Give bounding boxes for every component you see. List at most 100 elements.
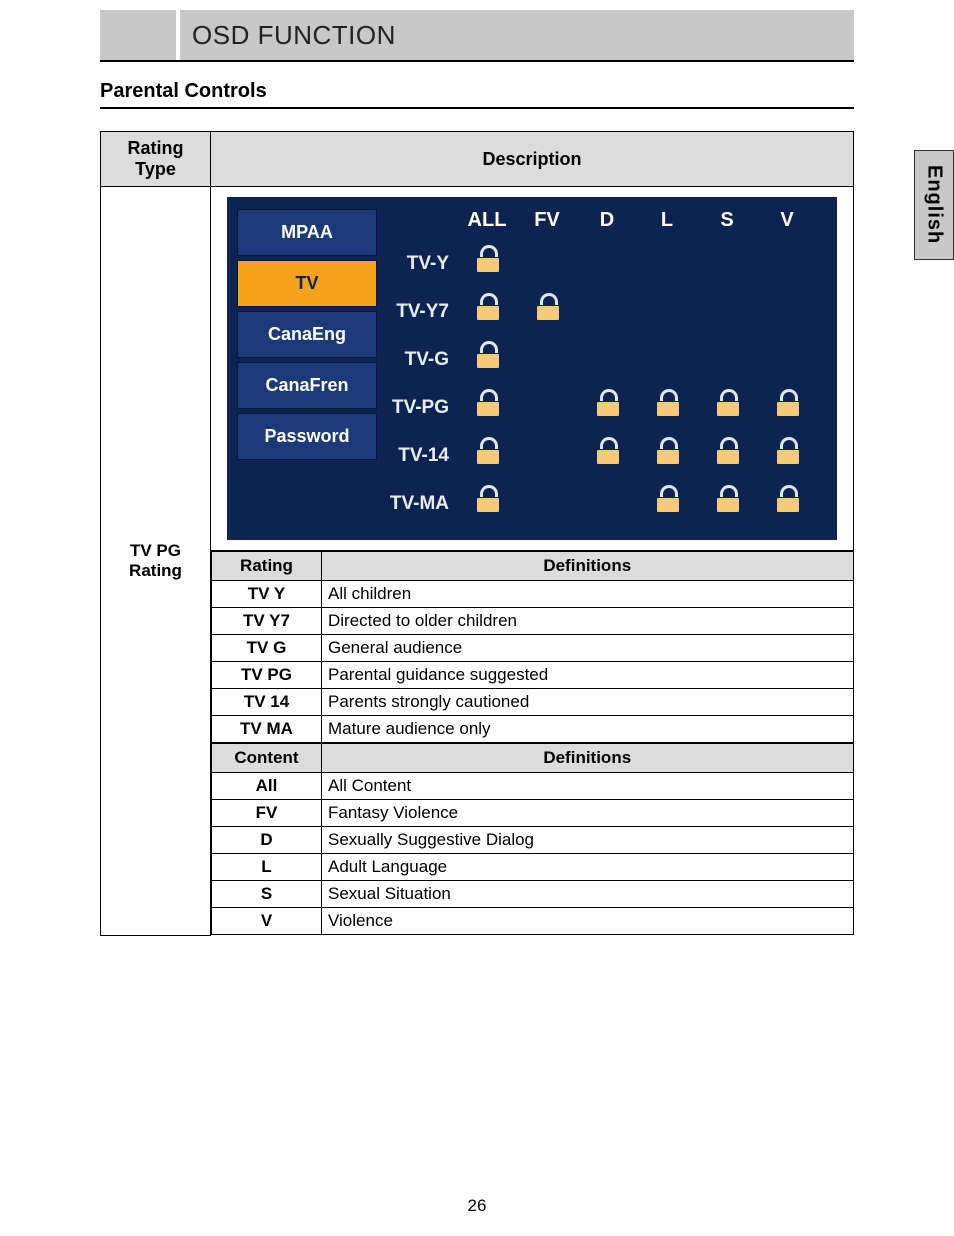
lock-icon — [474, 395, 500, 417]
content-code: FV — [212, 800, 322, 827]
subsection-bar: Parental Controls — [100, 80, 854, 109]
content-code: D — [212, 827, 322, 854]
lock-icon — [534, 299, 560, 321]
rating-code: TV G — [212, 635, 322, 662]
osd-menu: MPAATVCanaEngCanaFrenPassword — [237, 209, 377, 528]
osd-menu-item-canaeng[interactable]: CanaEng — [237, 311, 377, 358]
language-tab: English — [914, 150, 954, 260]
table-row: DSexually Suggestive Dialog — [212, 827, 854, 854]
osd-screenshot-cell: MPAATVCanaEngCanaFrenPassword ALLFVDLSV … — [211, 187, 854, 551]
osd-menu-item-canafren[interactable]: CanaFren — [237, 362, 377, 409]
osd-lock-cell[interactable] — [577, 395, 637, 422]
rating-definitions-table: Rating Definitions TV YAll childrenTV Y7… — [211, 551, 854, 743]
osd-lock-cell[interactable] — [637, 395, 697, 422]
osd-lock-cell[interactable] — [577, 443, 637, 470]
osd-menu-item-password[interactable]: Password — [237, 413, 377, 460]
osd-col-FV: FV — [517, 209, 577, 232]
osd-lock-cell[interactable] — [457, 443, 517, 470]
content-definition: Violence — [322, 908, 854, 935]
osd-col-L: L — [637, 209, 697, 232]
osd-lock-cell[interactable] — [457, 395, 517, 422]
rating-code: TV 14 — [212, 689, 322, 716]
lock-icon — [654, 443, 680, 465]
lock-icon — [474, 251, 500, 273]
osd-row-label: TV-MA — [387, 493, 457, 515]
lock-icon — [474, 491, 500, 513]
content-code: All — [212, 773, 322, 800]
osd-col-S: S — [697, 209, 757, 232]
osd-menu-item-tv[interactable]: TV — [237, 260, 377, 307]
table-row: TV 14Parents strongly cautioned — [212, 689, 854, 716]
osd-row-label: TV-Y7 — [387, 301, 457, 323]
rating-definition: General audience — [322, 635, 854, 662]
lock-icon — [474, 347, 500, 369]
rating-definition: All children — [322, 581, 854, 608]
rating-def-header-def: Definitions — [322, 552, 854, 581]
content-code: L — [212, 854, 322, 881]
rating-definition: Parents strongly cautioned — [322, 689, 854, 716]
parental-controls-table: Rating Type Description TV PG Rating MPA… — [100, 131, 854, 936]
lock-icon — [654, 491, 680, 513]
lock-icon — [714, 491, 740, 513]
table-row: TV GGeneral audience — [212, 635, 854, 662]
osd-lock-cell[interactable] — [457, 491, 517, 518]
lock-icon — [594, 395, 620, 417]
osd-lock-cell[interactable] — [697, 395, 757, 422]
osd-lock-cell[interactable] — [457, 299, 517, 326]
content-definition: Adult Language — [322, 854, 854, 881]
rating-code: TV PG — [212, 662, 322, 689]
osd-lock-cell[interactable] — [457, 347, 517, 374]
subsection-title: Parental Controls — [100, 80, 267, 102]
table-row: VViolence — [212, 908, 854, 935]
osd-lock-cell[interactable] — [697, 491, 757, 518]
content-code: S — [212, 881, 322, 908]
table-row: AllAll Content — [212, 773, 854, 800]
osd-lock-cell[interactable] — [517, 299, 577, 326]
table-row: TV PGParental guidance suggested — [212, 662, 854, 689]
osd-menu-item-mpaa[interactable]: MPAA — [237, 209, 377, 256]
osd-row-tv-g: TV-G — [387, 336, 827, 384]
osd-lock-cell[interactable] — [757, 491, 817, 518]
lock-icon — [774, 443, 800, 465]
header-title-box: OSD FUNCTION — [180, 10, 854, 60]
osd-lock-cell[interactable] — [757, 443, 817, 470]
osd-col-D: D — [577, 209, 637, 232]
osd-grid: ALLFVDLSV TV-YTV-Y7TV-GTV-PGTV-14TV-MA — [377, 209, 827, 528]
content-definition: Sexual Situation — [322, 881, 854, 908]
language-tab-label: English — [923, 165, 946, 244]
table-row: TV MAMature audience only — [212, 716, 854, 743]
col-header-rating-type: Rating Type — [101, 132, 211, 187]
lock-icon — [474, 299, 500, 321]
osd-row-label: TV-Y — [387, 253, 457, 275]
lock-icon — [714, 443, 740, 465]
osd-lock-cell[interactable] — [697, 443, 757, 470]
osd-grid-header: ALLFVDLSV — [387, 209, 827, 232]
rating-def-header-code: Rating — [212, 552, 322, 581]
content-definition: Fantasy Violence — [322, 800, 854, 827]
lock-icon — [594, 443, 620, 465]
content-definitions-table: Content Definitions AllAll ContentFVFant… — [211, 743, 854, 935]
table-row: TV Y7Directed to older children — [212, 608, 854, 635]
table-row: FVFantasy Violence — [212, 800, 854, 827]
content-def-header-def: Definitions — [322, 744, 854, 773]
osd-lock-cell[interactable] — [637, 491, 697, 518]
osd-lock-cell[interactable] — [757, 395, 817, 422]
col-header-description: Description — [211, 132, 854, 187]
osd-lock-cell[interactable] — [457, 251, 517, 278]
table-row: LAdult Language — [212, 854, 854, 881]
rating-code: TV Y7 — [212, 608, 322, 635]
rating-definition: Mature audience only — [322, 716, 854, 743]
content-def-header-code: Content — [212, 744, 322, 773]
page-number: 26 — [0, 1196, 954, 1236]
osd-col-ALL: ALL — [457, 209, 517, 232]
osd-row-label: TV-PG — [387, 397, 457, 419]
lock-icon — [474, 443, 500, 465]
osd-row-tv-y7: TV-Y7 — [387, 288, 827, 336]
table-row: TV YAll children — [212, 581, 854, 608]
osd-lock-cell[interactable] — [637, 443, 697, 470]
header-bar: OSD FUNCTION — [100, 10, 854, 62]
lock-icon — [714, 395, 740, 417]
osd-panel: MPAATVCanaEngCanaFrenPassword ALLFVDLSV … — [227, 197, 837, 540]
rating-type-cell: TV PG Rating — [101, 187, 211, 936]
content-definition: All Content — [322, 773, 854, 800]
